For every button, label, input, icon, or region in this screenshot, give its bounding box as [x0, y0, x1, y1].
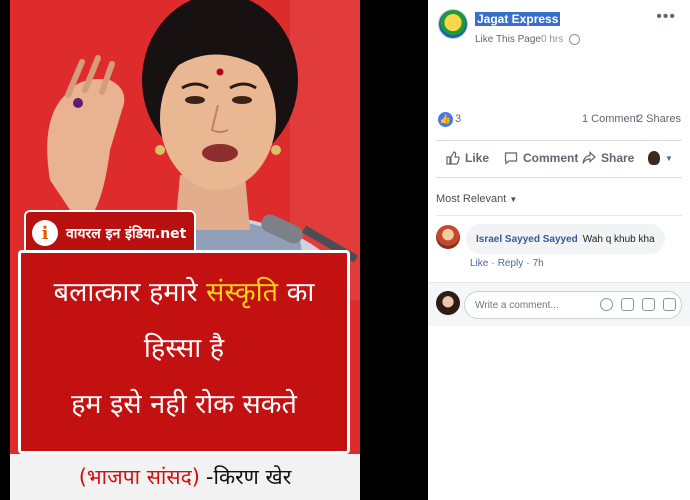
chevron-down-icon: ▼ — [665, 153, 673, 163]
caret-down-icon: ▼ — [509, 195, 518, 204]
sticker-icon[interactable] — [663, 298, 676, 311]
caption-party: (भाजपा सांसद) — [78, 465, 200, 489]
comment-label: Comment — [523, 151, 579, 165]
brand-logo-icon: i — [32, 220, 58, 246]
composer-icons — [600, 298, 676, 311]
quote-line-1-part1: बलात्कार हमारे — [53, 277, 207, 308]
profile-avatar-icon — [648, 151, 660, 165]
camera-icon[interactable] — [621, 298, 634, 311]
facebook-post-panel: Jagat Express Like This Page 0 hrs ••• 👍… — [428, 0, 690, 500]
reaction-summary: 👍 3 1 Comment 2 Shares — [428, 108, 690, 134]
comment-composer — [428, 282, 690, 326]
like-reaction-icon[interactable]: 👍 — [438, 112, 453, 127]
meta-separator: · — [526, 258, 530, 269]
comment-meta: Like · Reply · 7h — [470, 258, 544, 269]
comment-bubble: Israel Sayyed Sayyed Wah q khub kha — [466, 224, 665, 254]
comment-text: Wah q khub kha — [582, 233, 655, 245]
commenter-name-link[interactable]: Israel Sayyed Sayyed — [476, 234, 578, 245]
post-timestamp[interactable]: 0 hrs — [541, 34, 563, 45]
emoji-icon[interactable] — [600, 298, 613, 311]
post-as-selector[interactable]: ▼ — [648, 151, 673, 165]
quote-line-1-part3: का — [278, 277, 315, 308]
like-label: Like — [465, 151, 490, 165]
current-user-avatar — [436, 291, 460, 315]
share-button[interactable]: Share — [582, 151, 634, 165]
gif-icon[interactable] — [642, 298, 655, 311]
share-arrow-icon — [582, 151, 596, 164]
quote-line-1: बलात्कार हमारे संस्कृति का — [21, 265, 347, 321]
share-count-link[interactable]: 2 Shares — [637, 113, 681, 125]
comment-button[interactable]: Comment — [504, 151, 578, 165]
brand-text: वायरल इन इंडिया.net — [66, 225, 187, 242]
thumbs-up-icon — [446, 151, 460, 165]
comment-like-link[interactable]: Like — [470, 258, 488, 269]
action-bar: Like Comment Share ▼ — [436, 140, 682, 178]
share-label: Share — [601, 151, 635, 165]
caption-strip: (भाजपा सांसद) -किरण खेर — [10, 454, 360, 500]
page-avatar[interactable] — [438, 9, 468, 39]
quote-line-2: हिस्सा है — [143, 333, 225, 364]
like-button[interactable]: Like — [446, 151, 489, 165]
page-name-link[interactable]: Jagat Express — [475, 12, 561, 26]
globe-icon — [569, 34, 580, 45]
quote-line-3: हम इसे नही रोक सकते — [71, 389, 297, 420]
comment-count-link[interactable]: 1 Comment — [582, 113, 639, 125]
commenter-avatar[interactable] — [436, 225, 460, 249]
post-header: Jagat Express Like This Page 0 hrs ••• — [428, 0, 690, 56]
reaction-count[interactable]: 3 — [455, 113, 461, 125]
comment-time[interactable]: 7h — [533, 258, 544, 269]
like-page-link[interactable]: Like This Page — [475, 34, 541, 45]
sort-label: Most Relevant — [436, 193, 507, 205]
more-options-icon[interactable]: ••• — [656, 8, 676, 26]
quote-box: बलात्कार हमारे संस्कृति का हिस्सा है हम … — [18, 250, 350, 454]
caption-name: -किरण खेर — [205, 465, 292, 489]
post-image[interactable]: i वायरल इन इंडिया.net बलात्कार हमारे संस… — [10, 0, 360, 500]
comment-sort-row: Most Relevant ▼ — [436, 186, 682, 216]
comment-item: Israel Sayyed Sayyed Wah q khub kha Like… — [436, 222, 686, 278]
sort-dropdown[interactable]: Most Relevant ▼ — [436, 193, 517, 205]
meta-separator: · — [491, 258, 495, 269]
comment-icon — [504, 152, 518, 165]
quote-highlight: संस्कृति — [206, 277, 279, 308]
comment-reply-link[interactable]: Reply — [498, 258, 524, 269]
